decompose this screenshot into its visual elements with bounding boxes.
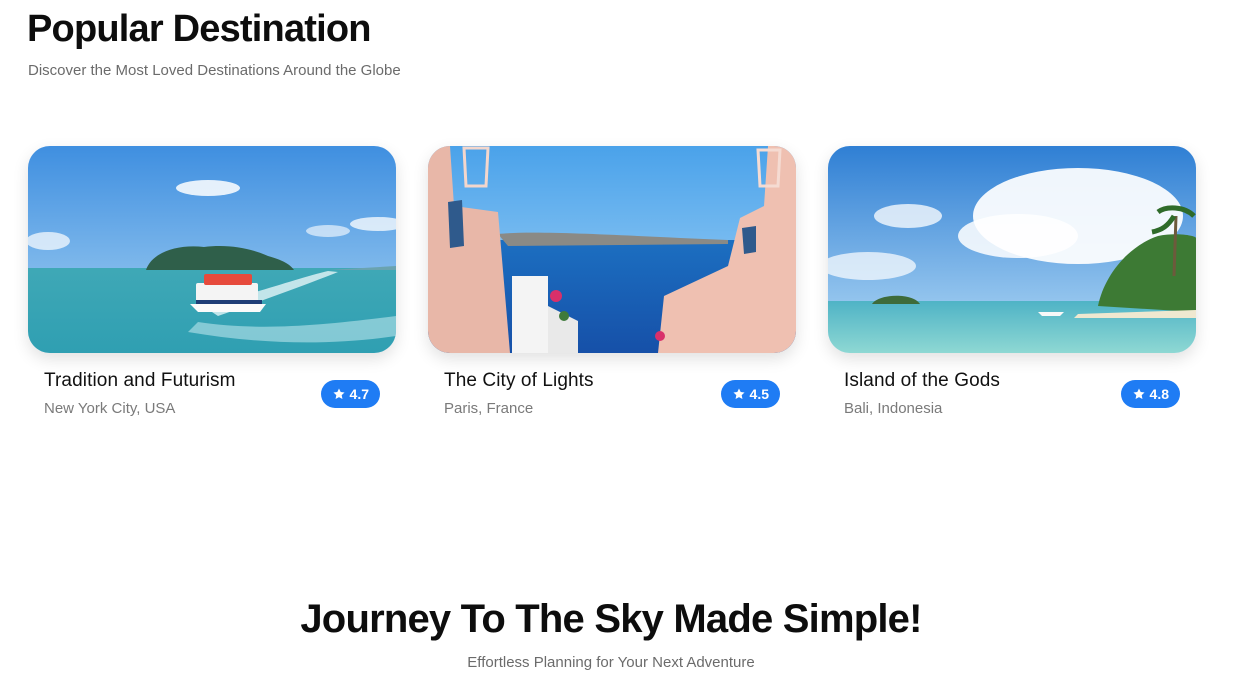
destination-card[interactable]: Island of the Gods Bali, Indonesia 4.8 [828,146,1196,426]
destination-title[interactable]: The City of Lights [444,370,594,392]
destination-location: Bali, Indonesia [844,400,943,417]
section-subtitle: Discover the Most Loved Destinations Aro… [28,62,401,79]
section-title: Popular Destination [27,8,372,50]
rating-value: 4.8 [1149,386,1169,402]
rating-badge: 4.7 [320,380,380,408]
page: Popular Destination Discover the Most Lo… [0,0,1239,692]
destination-image-boat-island[interactable] [28,146,396,353]
rating-value: 4.5 [749,386,769,402]
journey-title: Journey To The Sky Made Simple! [300,597,922,641]
destination-title[interactable]: Island of the Gods [844,370,1000,392]
rating-badge: 4.8 [1120,380,1180,408]
destination-image-tropical-beach[interactable] [828,146,1196,353]
star-icon [732,387,746,401]
star-icon [1132,387,1146,401]
rating-value: 4.7 [349,386,369,402]
destination-card[interactable]: Tradition and Futurism New York City, US… [28,146,396,426]
star-icon [332,387,346,401]
journey-subtitle: Effortless Planning for Your Next Advent… [467,654,755,671]
destination-title[interactable]: Tradition and Futurism [44,370,236,392]
destination-image-santorini[interactable] [428,146,796,353]
destination-cards: Tradition and Futurism New York City, US… [28,146,1198,426]
destination-location: Paris, France [444,400,534,417]
rating-badge: 4.5 [720,380,780,408]
destination-card[interactable]: The City of Lights Paris, France 4.5 [428,146,796,426]
destination-location: New York City, USA [44,400,176,417]
